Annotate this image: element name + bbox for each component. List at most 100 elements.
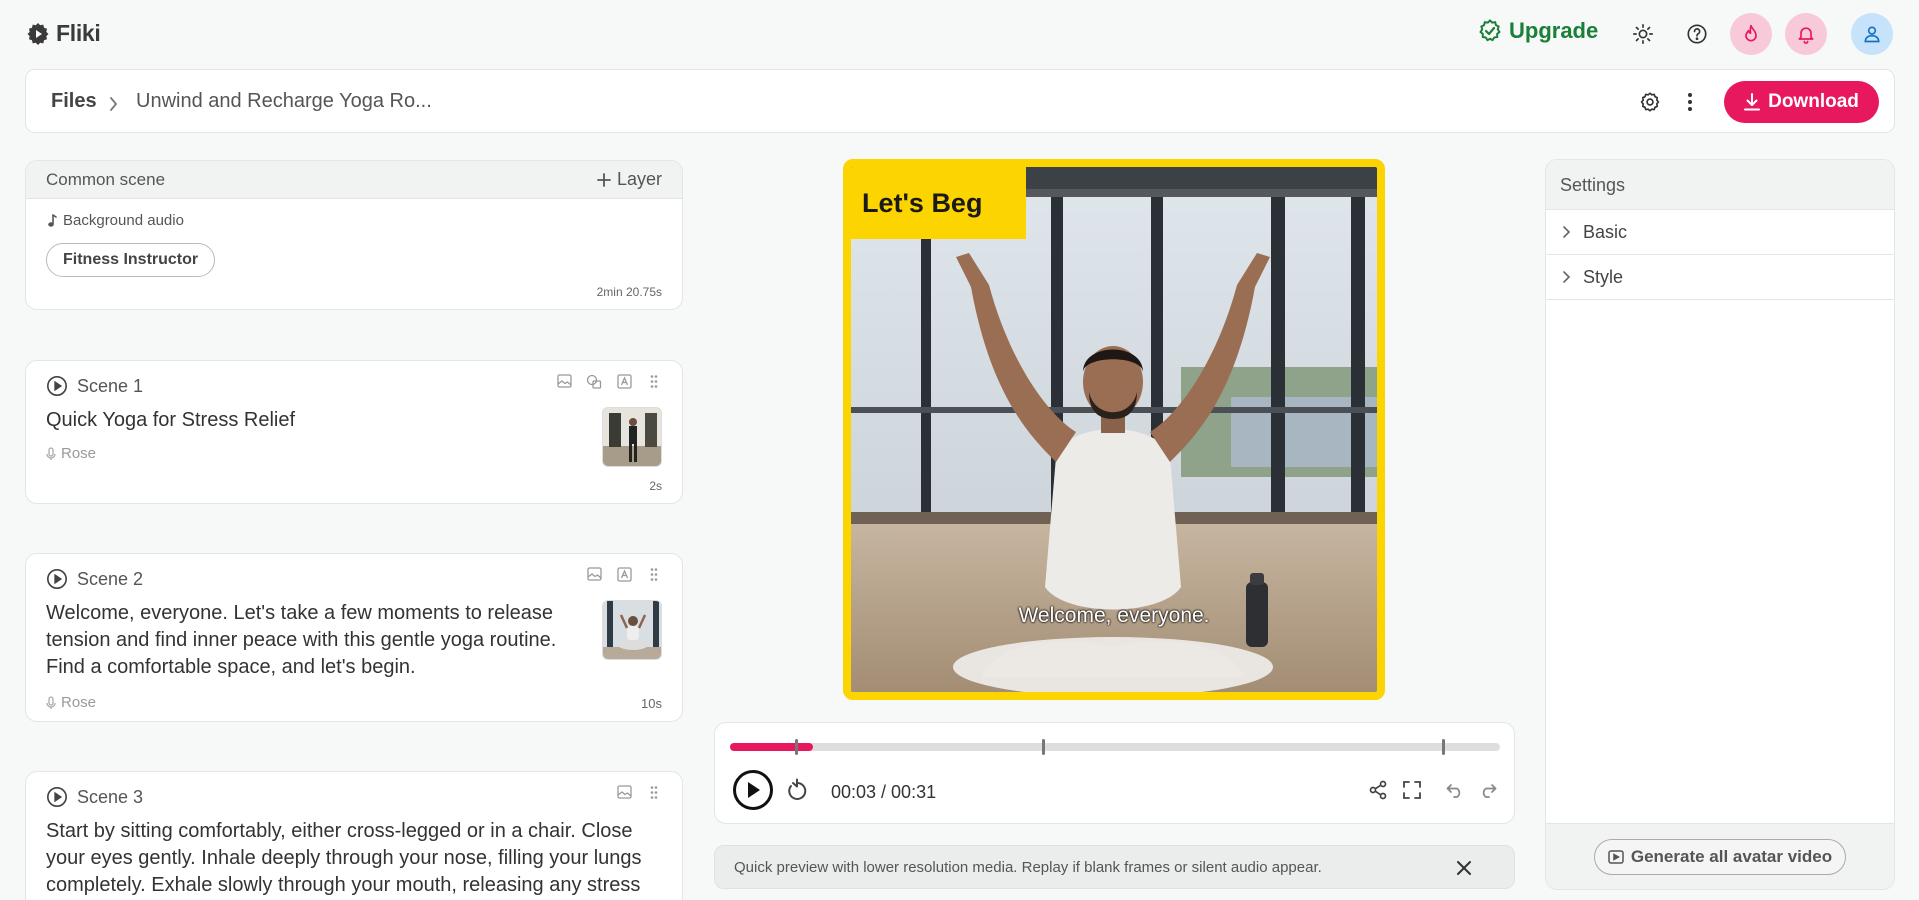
scene-label: Scene 1 [77,376,143,397]
redo-button[interactable] [1476,778,1500,802]
microphone-icon [46,447,56,461]
scene-card-2[interactable]: Scene 2 Welcome, everyone. Let's take a … [25,553,683,722]
scene-card-3[interactable]: Scene 3 Start by sitting comfortably, ei… [25,771,683,900]
breadcrumb-files-link[interactable]: Files [51,90,97,113]
settings-panel: Settings Basic Style Generate all avatar… [1545,159,1895,890]
scene-voice-name: Rose [61,694,96,711]
download-label: Download [1768,91,1859,113]
share-button[interactable] [1366,778,1390,802]
scene-header: Scene 3 [46,786,143,808]
player-controls: 00:03 / 00:31 [714,722,1515,824]
scene-thumbnail[interactable] [602,600,662,660]
text-icon[interactable] [616,566,632,582]
image-icon[interactable] [586,566,602,582]
account-button[interactable] [1851,13,1893,55]
background-audio-chip[interactable]: Fitness Instructor [46,243,215,277]
microphone-icon [46,696,56,710]
play-circle-icon[interactable] [46,375,68,397]
scene-card-1[interactable]: Scene 1 Quick Yoga for Stress Relief Ros… [25,360,683,504]
scene-script-text[interactable]: Quick Yoga for Stress Relief [46,407,576,434]
settings-section-basic[interactable]: Basic [1546,210,1894,255]
settings-footer: Generate all avatar video [1546,823,1894,889]
scene-script-text[interactable]: Start by sitting comfortably, either cro… [46,818,666,899]
project-title[interactable]: Unwind and Recharge Yoga Ro... [136,90,432,113]
seek-bar[interactable] [730,743,1500,751]
breadcrumb: Files Unwind and Recharge Yoga Ro... Dow… [25,69,1895,133]
common-scene-card: Common scene Layer Background audio Fitn… [25,160,683,310]
generate-avatar-video-label: Generate all avatar video [1631,847,1832,867]
settings-section-style[interactable]: Style [1546,255,1894,300]
download-button[interactable]: Download [1724,81,1879,123]
fullscreen-icon [1403,781,1421,799]
scene-thumbnail[interactable] [602,407,662,467]
drag-handle-icon[interactable] [646,373,662,389]
drag-handle-icon[interactable] [646,784,662,800]
scene-marker-3[interactable] [1442,739,1445,755]
drag-handle-icon[interactable] [646,566,662,582]
scene-tools [616,784,662,800]
add-layer-button[interactable]: Layer [597,169,662,190]
chevron-right-icon [1562,225,1571,239]
background-audio-text: Background audio [63,212,184,229]
help-button[interactable] [1676,13,1718,55]
whats-new-button[interactable] [1730,13,1772,55]
theme-toggle-button[interactable] [1622,13,1664,55]
shapes-icon[interactable] [586,373,602,389]
chevron-right-icon [108,94,120,114]
flame-icon [1741,24,1761,44]
playback-time: 00:03 / 00:31 [831,782,936,803]
video-icon [1608,850,1624,864]
more-options-button[interactable] [1676,88,1704,116]
preview-notice-text: Quick preview with lower resolution medi… [734,859,1322,876]
common-scene-header: Common scene Layer [26,161,682,199]
help-icon [1686,23,1708,45]
redo-icon [1479,782,1497,798]
settings-section-label: Style [1583,267,1623,288]
scene-header: Scene 1 [46,375,143,397]
title-overlay-text[interactable]: Let's Beg [851,167,1026,239]
preview-notice-banner: Quick preview with lower resolution medi… [714,845,1515,889]
fullscreen-button[interactable] [1400,778,1424,802]
undo-button[interactable] [1443,778,1467,802]
fliki-logo-icon [26,22,50,46]
image-icon[interactable] [616,784,632,800]
play-circle-icon[interactable] [46,568,68,590]
scene-marker-2[interactable] [1042,739,1045,755]
chevron-right-icon [1562,270,1571,284]
play-button[interactable] [733,770,773,810]
gear-icon [1639,91,1661,113]
text-icon[interactable] [616,373,632,389]
scene-duration: 2s [649,479,662,493]
background-audio-label: Background audio [47,212,184,229]
seek-bar-progress [730,743,813,751]
scene-label: Scene 3 [77,787,143,808]
play-circle-icon[interactable] [46,786,68,808]
scene-tools [556,373,662,389]
scene-voice-name: Rose [61,445,96,462]
download-icon [1744,93,1760,111]
top-bar: Fliki Upgrade [0,0,1919,68]
image-icon[interactable] [556,373,572,389]
close-icon[interactable] [1454,858,1474,878]
notifications-button[interactable] [1785,13,1827,55]
user-icon [1862,24,1882,44]
scene-marker-1[interactable] [795,739,798,755]
upgrade-button[interactable]: Upgrade [1478,18,1598,44]
upgrade-label: Upgrade [1509,18,1598,44]
undo-icon [1446,782,1464,798]
scene-label: Scene 2 [77,569,143,590]
settings-title: Settings [1546,160,1894,210]
scene-voice[interactable]: Rose [46,445,96,462]
play-icon [745,781,761,799]
generate-avatar-video-button[interactable]: Generate all avatar video [1594,839,1846,875]
scene-script-text[interactable]: Welcome, everyone. Let's take a few mome… [46,600,586,681]
common-scene-title: Common scene [46,170,165,190]
video-preview[interactable]: Let's Beg Welcome, everyone. [843,159,1385,700]
scene-voice[interactable]: Rose [46,694,96,711]
plus-icon [597,173,611,187]
replay-icon[interactable] [784,778,810,804]
scene-header: Scene 2 [46,568,143,590]
project-settings-button[interactable] [1636,88,1664,116]
app-logo[interactable]: Fliki [26,20,101,47]
subtitle-caption[interactable]: Welcome, everyone. [851,604,1377,628]
